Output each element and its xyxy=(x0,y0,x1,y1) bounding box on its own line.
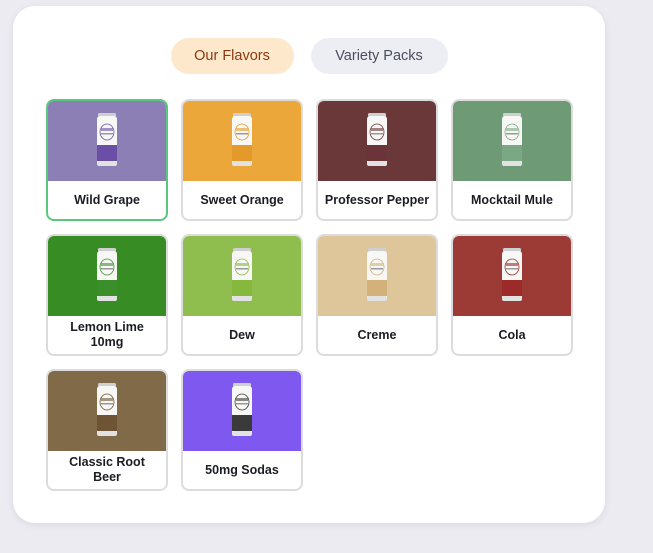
flavor-tile[interactable]: Dew xyxy=(181,234,303,356)
flavor-label: Dew xyxy=(229,327,255,342)
flavor-label: Creme xyxy=(357,327,397,342)
soda-can-icon xyxy=(96,247,118,305)
tab-variety-packs[interactable]: Variety Packs xyxy=(310,38,448,74)
flavor-tile[interactable]: Mocktail Mule xyxy=(451,99,573,221)
soda-can-icon xyxy=(501,112,523,170)
flavor-label: Wild Grape xyxy=(74,192,140,207)
flavor-tile[interactable]: Sweet Orange xyxy=(181,99,303,221)
soda-can-icon xyxy=(231,112,253,170)
flavor-label: 50mg Sodas xyxy=(205,462,279,477)
flavor-image xyxy=(183,236,301,316)
flavor-tile[interactable]: Lemon Lime 10mg xyxy=(46,234,168,356)
soda-can-icon xyxy=(231,247,253,305)
flavor-image xyxy=(453,101,571,181)
soda-can-icon xyxy=(96,112,118,170)
flavor-grid: Wild Grape Sweet Orange Professor Pepper Mo… xyxy=(46,99,573,491)
flavor-tile[interactable]: Classic Root Beer xyxy=(46,369,168,491)
tab-our-flavors[interactable]: Our Flavors xyxy=(170,38,294,74)
flavor-tile[interactable]: Wild Grape xyxy=(46,99,168,221)
soda-can-icon xyxy=(366,247,388,305)
flavor-label: Professor Pepper xyxy=(324,192,430,207)
flavor-image xyxy=(318,101,436,181)
flavor-label: Mocktail Mule xyxy=(471,192,553,207)
flavor-image xyxy=(318,236,436,316)
flavor-image xyxy=(453,236,571,316)
flavor-image xyxy=(48,236,166,316)
soda-can-icon xyxy=(501,247,523,305)
flavors-card: Our Flavors Variety Packs Wild Grape Swee… xyxy=(13,6,605,523)
flavor-label: Classic Root Beer xyxy=(69,455,145,484)
flavor-label: Sweet Orange xyxy=(200,192,284,207)
flavor-image xyxy=(183,371,301,451)
flavor-image xyxy=(183,101,301,181)
flavor-label: Cola xyxy=(498,327,526,342)
soda-can-icon xyxy=(96,382,118,440)
flavor-image xyxy=(48,371,166,451)
flavor-tile[interactable]: Creme xyxy=(316,234,438,356)
flavor-tile[interactable]: Professor Pepper xyxy=(316,99,438,221)
flavor-tile[interactable]: 50mg Sodas xyxy=(181,369,303,491)
flavor-tile[interactable]: Cola xyxy=(451,234,573,356)
tab-bar: Our Flavors Variety Packs xyxy=(13,38,605,74)
flavor-image xyxy=(48,101,166,181)
soda-can-icon xyxy=(366,112,388,170)
soda-can-icon xyxy=(231,382,253,440)
flavor-label: Lemon Lime 10mg xyxy=(70,320,144,349)
